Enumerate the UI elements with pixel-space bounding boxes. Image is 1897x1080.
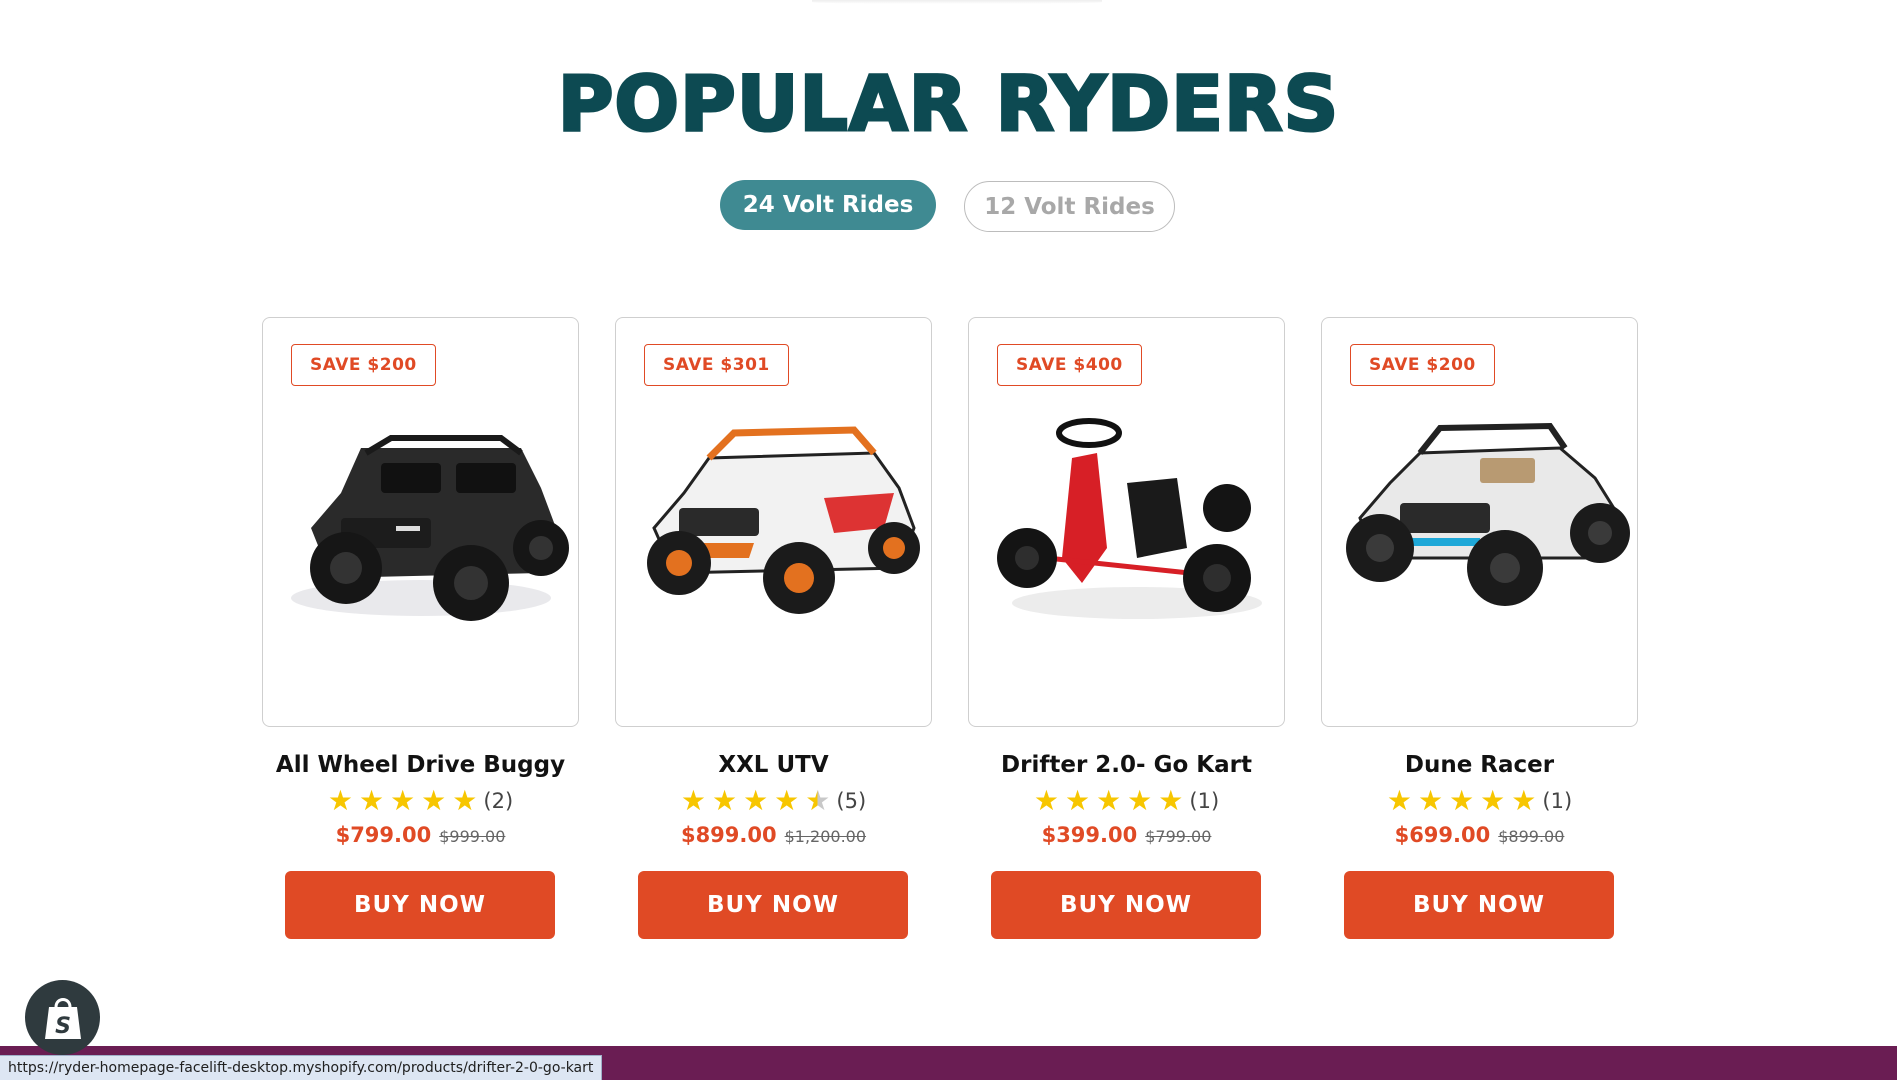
- status-bar-url: https://ryder-homepage-facelift-desktop.…: [0, 1055, 603, 1080]
- buy-now-button[interactable]: BUY NOW: [285, 871, 555, 939]
- product-rating[interactable]: ★ ★ ★ ★ ★ (2): [262, 787, 579, 815]
- star-icon: ★: [1064, 784, 1091, 817]
- review-count: (1): [1189, 789, 1220, 813]
- star-icon: ★: [1127, 784, 1153, 817]
- star-icon: ★: [774, 784, 800, 817]
- product-rating[interactable]: ★ ★ ★ ★ ★ (1): [968, 787, 1285, 815]
- red-go-kart-image: [997, 418, 1262, 619]
- buy-now-button[interactable]: BUY NOW: [1344, 871, 1614, 939]
- orange-utv-image: [647, 426, 920, 614]
- product-image-frame[interactable]: SAVE $200: [262, 317, 579, 727]
- save-badge: SAVE $301: [644, 344, 789, 386]
- product-title[interactable]: All Wheel Drive Buggy: [232, 752, 609, 778]
- compare-price: $1,200.00: [784, 827, 867, 846]
- star-icon: ★: [1417, 784, 1444, 817]
- compare-price: $999.00: [439, 827, 506, 846]
- svg-text:S: S: [55, 1014, 71, 1039]
- tab-24-volt[interactable]: 24 Volt Rides: [720, 180, 936, 230]
- star-icon: ★: [358, 784, 385, 817]
- price-row: $799.00 $999.00: [262, 823, 579, 847]
- sale-price: $899.00: [680, 823, 777, 847]
- compare-price: $799.00: [1145, 827, 1212, 846]
- star-icon: ★: [1480, 784, 1506, 817]
- product-rating[interactable]: ★ ★ ★ ★ ★ (1): [1321, 787, 1638, 815]
- product-title[interactable]: XXL UTV: [585, 752, 962, 778]
- price-row: $399.00 $799.00: [968, 823, 1285, 847]
- star-icon: ★: [421, 784, 447, 817]
- review-count: (2): [483, 789, 514, 813]
- review-count: (1): [1542, 789, 1573, 813]
- product-title[interactable]: Drifter 2.0- Go Kart: [938, 752, 1315, 778]
- tab-group: 24 Volt Rides 12 Volt Rides: [0, 180, 1897, 232]
- product-image-frame[interactable]: SAVE $301: [615, 317, 932, 727]
- buy-now-button[interactable]: BUY NOW: [638, 871, 908, 939]
- white-dune-racer-image: [1346, 422, 1630, 606]
- star-icon: ★: [1096, 784, 1122, 817]
- product-image-frame[interactable]: SAVE $200: [1321, 317, 1638, 727]
- sale-price: $399.00: [1041, 823, 1138, 847]
- tab-12-volt[interactable]: 12 Volt Rides: [964, 181, 1175, 232]
- star-icon: ★: [452, 784, 478, 817]
- product-title[interactable]: Dune Racer: [1291, 752, 1668, 778]
- save-badge: SAVE $200: [1350, 344, 1495, 386]
- top-divider: [812, 0, 1102, 4]
- half-star-icon: ★: [805, 784, 831, 817]
- star-icon: ★: [680, 784, 706, 817]
- review-count: (5): [836, 789, 867, 813]
- buy-now-button[interactable]: BUY NOW: [991, 871, 1261, 939]
- save-badge: SAVE $400: [997, 344, 1142, 386]
- star-icon: ★: [1511, 784, 1537, 817]
- save-badge: SAVE $200: [291, 344, 436, 386]
- star-icon: ★: [1449, 784, 1475, 817]
- compare-price: $899.00: [1498, 827, 1565, 846]
- star-icon: ★: [1033, 784, 1059, 817]
- price-row: $899.00 $1,200.00: [615, 823, 932, 847]
- sale-price: $699.00: [1394, 823, 1491, 847]
- product-image-frame[interactable]: SAVE $400: [968, 317, 1285, 727]
- sale-price: $799.00: [335, 823, 432, 847]
- star-icon: ★: [390, 784, 416, 817]
- star-icon: ★: [327, 784, 353, 817]
- section-title: POPULAR RYDERS: [556, 59, 1340, 148]
- star-icon: ★: [1386, 784, 1412, 817]
- star-icon: ★: [711, 784, 738, 817]
- star-icon: ★: [1158, 784, 1184, 817]
- shopify-bag-icon[interactable]: S: [25, 980, 100, 1055]
- star-icon: ★: [743, 784, 769, 817]
- product-rating[interactable]: ★ ★ ★ ★ ★ (5): [615, 787, 932, 815]
- black-buggy-image: [291, 435, 569, 621]
- price-row: $699.00 $899.00: [1321, 823, 1638, 847]
